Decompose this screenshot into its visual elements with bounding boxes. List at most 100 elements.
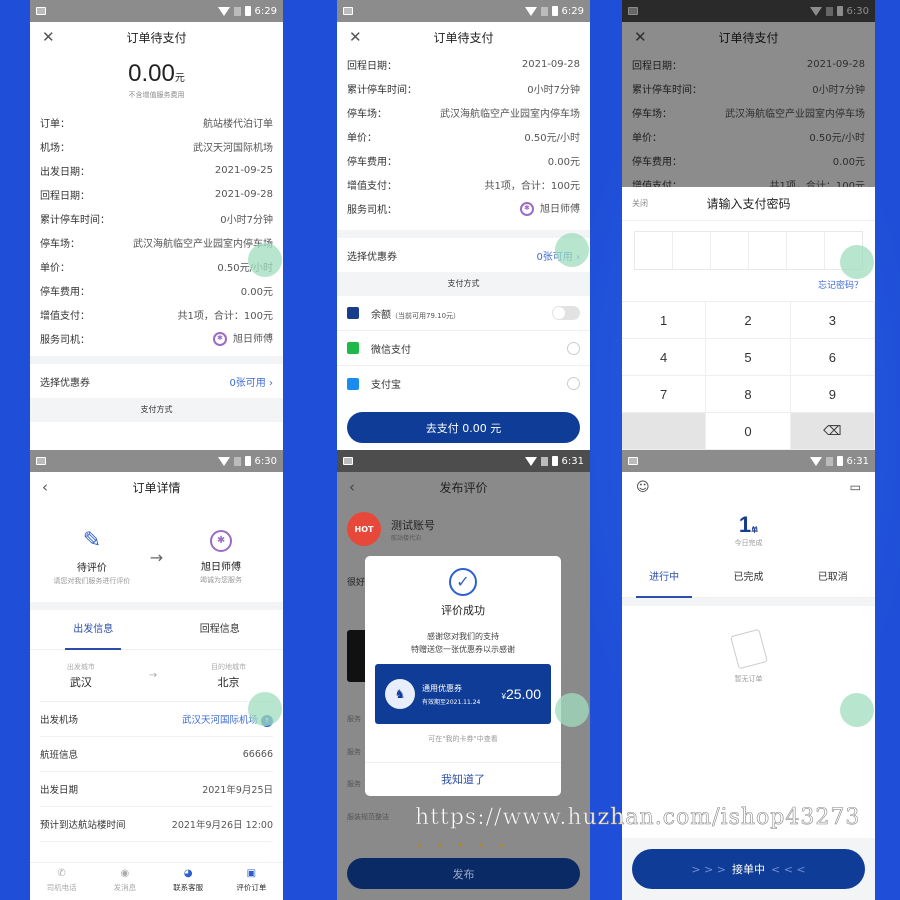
key-2[interactable]: 2	[706, 302, 791, 339]
info-row: 单价： 0.50元/小时	[40, 262, 273, 274]
status-bar: 6:31	[622, 450, 875, 472]
empty-orders-icon	[729, 628, 768, 670]
battery-icon	[551, 456, 558, 466]
battery-icon	[551, 6, 558, 16]
touch-indicator	[840, 245, 874, 279]
screen-order-detail: 6:30 ‹ 订单详情 ✎ 待评价 请您对我们服务进行评价 → ✱ 旭日师傅 竭…	[30, 450, 283, 900]
info-row: 回程日期： 2021-09-28	[347, 58, 580, 72]
coupon-hint: 可在"我的卡券"中查看	[428, 735, 498, 743]
star-icon: ★	[437, 842, 443, 849]
trip-tabs: 出发信息 回程信息	[30, 610, 283, 650]
info-row: 停车费用： 0.00元	[347, 156, 580, 168]
screen-order-pending-payment-1: 6:29 ✕ 订单待支付 0.00元 不含增值服务费用 订单： 航站楼代泊订单 机场…	[30, 0, 283, 450]
modal-message: 感谢您对我们的支持 特赠送您一张优惠券以示感谢	[411, 632, 515, 654]
key-3[interactable]: 3	[790, 302, 875, 339]
info-row-airport[interactable]: 出发机场武汉天河国际机场 ↑	[40, 702, 273, 737]
screen-payment-password: 6:30 ✕ 订单待支付 回程日期： 2021-09-28 累计停车时间： 0小时7分…	[622, 0, 875, 450]
tab-return[interactable]: 回程信息	[157, 610, 284, 650]
backspace-key[interactable]: ⌫	[790, 413, 875, 450]
tab-in-progress[interactable]: 进行中	[622, 558, 706, 598]
screen-publish-review: 6:31 ‹ 发布评价 HOT 测试账号 航站楼代泊 很好 服务 服务 服务 服装…	[337, 450, 590, 900]
user-profile-icon[interactable]: ☺	[636, 480, 650, 508]
close-icon[interactable]: ✕	[349, 28, 362, 46]
call-driver-button[interactable]: ✆ 司机电话	[30, 863, 93, 900]
forgot-password-link[interactable]: 忘记密码？	[622, 270, 875, 298]
info-row: 增值支付： 共1项，合计：100元	[347, 180, 580, 192]
key-6[interactable]: 6	[790, 339, 875, 376]
step-driver: ✱ 旭日师傅 竭诚为您服务	[171, 529, 271, 585]
info-row-arrival: 预计到达航站楼时间 2021年9月26日 12:00	[40, 807, 273, 842]
sim-icon	[825, 456, 833, 466]
info-row: 单价： 0.50元/小时	[347, 132, 580, 144]
close-icon[interactable]: ✕	[42, 28, 55, 46]
review-order-button[interactable]: ▣ 评价订单	[220, 863, 283, 900]
sim-icon	[540, 456, 548, 466]
sheet-title: 请输入支付密码	[706, 197, 791, 211]
message-icon[interactable]: ▭	[850, 480, 861, 508]
back-icon[interactable]: ‹	[349, 478, 355, 496]
rating-stars[interactable]: ★ ★ ★ ★ ★	[417, 842, 504, 849]
contact-support-button[interactable]: ◕ 联系客服	[157, 863, 220, 900]
image-icon	[628, 457, 638, 465]
key-5[interactable]: 5	[706, 339, 791, 376]
info-row: 出发日期： 2021-09-25	[40, 164, 273, 178]
publish-button[interactable]: 发布	[347, 858, 580, 889]
driver-avatar-icon: ✱	[210, 529, 233, 552]
arrow-right-icon: →	[149, 547, 164, 567]
coupon-row[interactable]: 选择优惠券0张可用 ›	[30, 364, 283, 398]
pay-button[interactable]: 去支付 0.00 元	[347, 412, 580, 443]
coupon-mascot-icon: ♞	[385, 679, 415, 709]
back-icon[interactable]: ‹	[42, 478, 48, 496]
key-1[interactable]: 1	[622, 302, 707, 339]
order-status-tabs: 进行中 已完成 已取消	[622, 558, 875, 598]
wechat-radio[interactable]	[567, 341, 580, 355]
image-icon	[36, 457, 46, 465]
star-icon: ★	[417, 842, 423, 849]
pay-method-balance[interactable]: 余额（当前可用79.10元）	[337, 296, 590, 331]
city-route: 出发城市 武汉 → 目的地城市 北京	[40, 650, 273, 702]
pay-method-wechat[interactable]: 微信支付	[337, 331, 590, 366]
numeric-keypad: 1 2 3 4 5 6 7 8 9 0 ⌫	[622, 301, 875, 450]
touch-indicator	[248, 243, 282, 277]
info-row: 订单： 航站楼代泊订单	[40, 118, 273, 130]
accepting-orders-button[interactable]: > > > 接单中 < < <	[632, 849, 865, 889]
phone-icon: ✆	[57, 868, 66, 879]
sim-icon	[233, 6, 241, 16]
nav-bar: ✕ 订单待支付	[337, 22, 590, 52]
battery-icon	[244, 6, 251, 16]
order-progress: ✎ 待评价 请您对我们服务进行评价 → ✱ 旭日师傅 竭诚为您服务	[30, 502, 283, 602]
touch-indicator	[555, 233, 589, 267]
key-0[interactable]: 0	[706, 413, 791, 450]
coupon-row[interactable]: 选择优惠券0张可用 ›	[337, 238, 590, 272]
image-icon	[36, 7, 46, 15]
touch-indicator	[555, 693, 589, 727]
got-it-button[interactable]: 我知道了	[365, 762, 561, 796]
status-bar: 6:31	[337, 450, 590, 472]
avatar: HOT	[347, 512, 381, 546]
empty-state: 暂无订单	[622, 628, 875, 684]
touch-indicator	[248, 692, 282, 726]
info-row: 停车场： 武汉海航临空产业园室内停车场	[40, 238, 273, 250]
page-title: 订单待支付	[126, 30, 187, 45]
tab-departure[interactable]: 出发信息	[30, 610, 157, 650]
pay-section-label: 支付方式	[337, 272, 590, 296]
key-9[interactable]: 9	[790, 376, 875, 413]
tab-completed[interactable]: 已完成	[706, 558, 790, 598]
tab-cancelled[interactable]: 已取消	[791, 558, 875, 598]
coupon-available-link[interactable]: 0张可用 ›	[229, 374, 273, 389]
pay-method-alipay[interactable]: 支付宝	[337, 366, 590, 401]
key-8[interactable]: 8	[706, 376, 791, 413]
password-sheet: 关闭 请输入支付密码 忘记密码？ 1 2 3 4 5 6 7 8 9 0 ⌫	[622, 187, 875, 450]
alipay-radio[interactable]	[567, 377, 580, 390]
password-input[interactable]	[634, 231, 863, 270]
send-message-button[interactable]: ◉ 发消息	[93, 863, 156, 900]
to-city: 北京	[217, 675, 240, 689]
sim-icon	[540, 6, 548, 16]
page-title: 订单待支付	[433, 30, 494, 45]
info-row: 回程日期： 2021-09-28	[40, 188, 273, 202]
status-time: 6:30	[254, 455, 277, 467]
key-7[interactable]: 7	[622, 376, 707, 413]
key-4[interactable]: 4	[622, 339, 707, 376]
sheet-close-button[interactable]: 关闭	[632, 198, 648, 209]
balance-toggle[interactable]	[552, 306, 580, 320]
